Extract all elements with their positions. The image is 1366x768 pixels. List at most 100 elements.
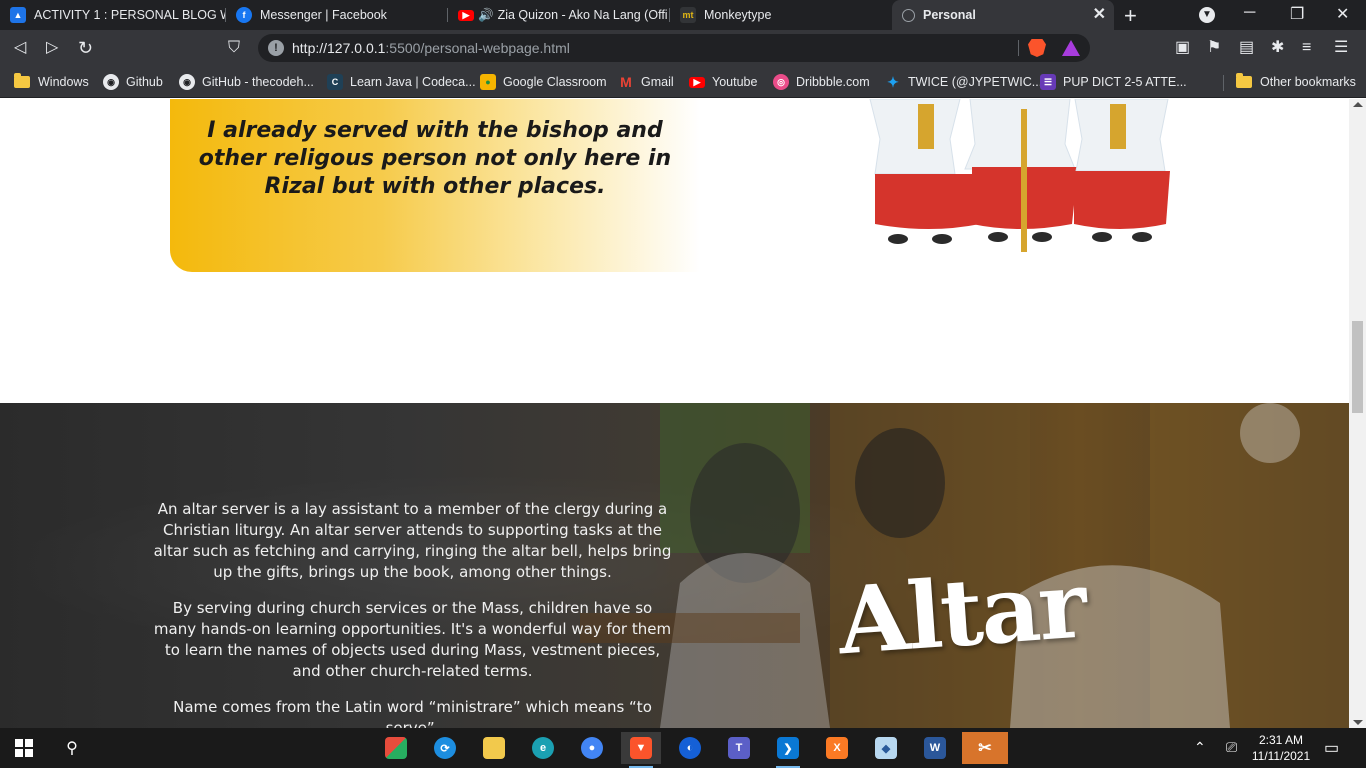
tab-youtube[interactable]: ▶ 🔊 Zia Quizon - Ako Na Lang (Offi — [448, 0, 670, 30]
taskbar-word[interactable]: W — [915, 732, 955, 764]
taskbar-sync[interactable]: ⟳ — [425, 732, 465, 764]
bookmark-codecademy[interactable]: C Learn Java | Codeca... — [327, 66, 476, 98]
system-clock[interactable]: 2:31 AM 11/11/2021 — [1246, 732, 1316, 764]
bookmark-label: Learn Java | Codeca... — [350, 75, 476, 89]
forward-icon[interactable]: ▷ — [46, 38, 58, 58]
back-icon[interactable]: ◁ — [14, 38, 26, 58]
taskbar-vscode[interactable]: ❯ — [768, 732, 808, 768]
page-scrollbar[interactable] — [1349, 99, 1366, 728]
about-text: An altar server is a lay assistant to a … — [150, 499, 675, 728]
brave-shields-icon[interactable] — [1028, 39, 1046, 57]
reader-mode-icon[interactable]: ▣ — [1175, 38, 1190, 58]
youtube-icon: ▶ — [689, 76, 705, 88]
github-icon: ◉ — [103, 74, 119, 90]
taskbar-brave[interactable]: ▼ — [621, 732, 661, 768]
brave-icon: ▼ — [630, 737, 652, 759]
address-bar[interactable]: ! http://127.0.0.1:5500/personal-webpage… — [258, 34, 1090, 62]
bookmark-youtube[interactable]: ▶ Youtube — [689, 66, 757, 98]
section-title: Altar — [834, 550, 1089, 676]
codecademy-icon: C — [327, 74, 343, 90]
tab-activity-1[interactable]: ▲ ACTIVITY 1 : PERSONAL BLOG WEB — [0, 0, 226, 30]
url-path: :5500/personal-webpage.html — [385, 40, 570, 56]
bookmark-icon[interactable]: ⛉ — [228, 38, 240, 58]
server-left — [869, 99, 985, 244]
taskbar-chrome[interactable]: ● — [572, 732, 612, 764]
bookmark-label: Gmail — [641, 75, 674, 89]
bookmark-dribbble[interactable]: ◎ Dribbble.com — [773, 66, 870, 98]
word-icon: W — [924, 737, 946, 759]
brave-rewards-icon[interactable] — [1062, 40, 1080, 56]
taskbar-edge[interactable]: e — [523, 732, 563, 764]
close-window-icon[interactable]: ✕ — [1336, 4, 1349, 24]
tab-label: ACTIVITY 1 : PERSONAL BLOG WEB — [34, 8, 226, 22]
scroll-up-icon[interactable] — [1353, 102, 1363, 107]
teams-icon: T — [728, 737, 750, 759]
firefox-icon: ◐ — [679, 737, 701, 759]
url-text[interactable]: http://127.0.0.1:5500/personal-webpage.h… — [292, 40, 570, 56]
tab-search-icon[interactable]: ▼ — [1199, 7, 1215, 23]
bookmark-label: PUP DICT 2-5 ATTE... — [1063, 75, 1187, 89]
close-tab-icon[interactable]: ✕ — [1093, 7, 1106, 23]
server-right — [1074, 99, 1170, 242]
notifications-icon[interactable]: ▭ — [1324, 738, 1339, 758]
search-button[interactable]: ⚲ — [52, 732, 92, 764]
tab-personal[interactable]: Personal ✕ — [892, 0, 1114, 30]
minimize-icon[interactable]: ─ — [1244, 4, 1255, 22]
windows-taskbar: ⚲ ⟳ e ● ▼ ◐ T ❯ X ◆ W ✂ ⌃ ⎚ 2:31 AM 11/1… — [0, 728, 1366, 768]
bookmark-windows[interactable]: Windows — [14, 66, 89, 98]
google-classroom-icon: ● — [480, 74, 496, 90]
taskbar-office[interactable] — [376, 732, 416, 764]
github-icon: ◉ — [179, 74, 195, 90]
facebook-icon: f — [236, 7, 252, 23]
twitter-icon: ✦ — [887, 73, 899, 90]
network-icon[interactable]: ⎚ — [1226, 739, 1237, 756]
bookmark-label: TWICE (@JYPETWIC... — [908, 75, 1043, 89]
globe-icon — [902, 8, 915, 22]
vscode-icon: ❯ — [777, 737, 799, 759]
youtube-icon: ▶ — [458, 9, 474, 21]
taskbar-xampp[interactable]: X — [817, 732, 857, 764]
new-tab-icon[interactable]: + — [1124, 3, 1137, 29]
scroll-thumb[interactable] — [1352, 321, 1363, 413]
bookmark-github-thecodeh[interactable]: ◉ GitHub - thecodeh... — [179, 66, 314, 98]
altar-servers-illustration — [869, 99, 1170, 252]
sync-icon: ⟳ — [434, 737, 456, 759]
bookmark-twice-twitter[interactable]: ✦ TWICE (@JYPETWIC... — [885, 66, 1042, 98]
about-section: An altar server is a lay assistant to a … — [0, 403, 1349, 728]
taskbar-snipping-tool[interactable]: ✂ — [962, 732, 1008, 764]
menu-icon[interactable]: ☰ — [1334, 38, 1348, 58]
reload-icon[interactable]: ↻ — [78, 38, 93, 58]
tab-messenger[interactable]: f Messenger | Facebook — [226, 0, 448, 30]
bookmark-github[interactable]: ◉ Github — [103, 66, 163, 98]
taskbar-teams[interactable]: T — [719, 732, 759, 764]
bookmark-other[interactable]: Other bookmarks — [1236, 66, 1356, 98]
virtualbox-icon: ◆ — [875, 737, 897, 759]
bookmark-gmail[interactable]: M Gmail — [618, 66, 674, 98]
about-paragraph: Name comes from the Latin word “ministra… — [173, 698, 652, 728]
scroll-down-icon[interactable] — [1353, 720, 1363, 725]
bookmark-label: Google Classroom — [503, 75, 607, 89]
extension-icon[interactable]: ▤ — [1239, 38, 1254, 58]
start-button[interactable] — [4, 732, 44, 764]
about-paragraph: By serving during church services or the… — [153, 599, 672, 680]
media-control-icon[interactable]: ≡ — [1302, 38, 1311, 58]
tab-label: Personal — [923, 8, 976, 22]
about-paragraph: An altar server is a lay assistant to a … — [153, 500, 672, 581]
flag-icon[interactable]: ⚑ — [1207, 38, 1221, 58]
server-middle — [964, 99, 1078, 252]
site-info-icon[interactable]: ! — [268, 40, 284, 56]
restore-icon[interactable]: ❐ — [1290, 4, 1304, 24]
forms-icon: ☰ — [1040, 74, 1056, 90]
dribbble-icon: ◎ — [773, 74, 789, 90]
bookmark-pup-dict[interactable]: ☰ PUP DICT 2-5 ATTE... — [1040, 66, 1187, 98]
taskbar-firefox-dev[interactable]: ◐ — [670, 732, 710, 764]
bookmark-label: Other bookmarks — [1260, 75, 1356, 89]
bookmark-google-classroom[interactable]: ● Google Classroom — [480, 66, 607, 98]
tab-monkeytype[interactable]: mt Monkeytype — [670, 0, 892, 30]
taskbar-file-explorer[interactable] — [474, 732, 514, 764]
chevron-up-icon[interactable]: ⌃ — [1194, 739, 1206, 756]
taskbar-virtualbox[interactable]: ◆ — [866, 732, 906, 764]
extensions-puzzle-icon[interactable]: ✱ — [1271, 38, 1284, 58]
folder-icon — [1236, 73, 1252, 88]
google-classroom-icon: ▲ — [10, 7, 26, 23]
